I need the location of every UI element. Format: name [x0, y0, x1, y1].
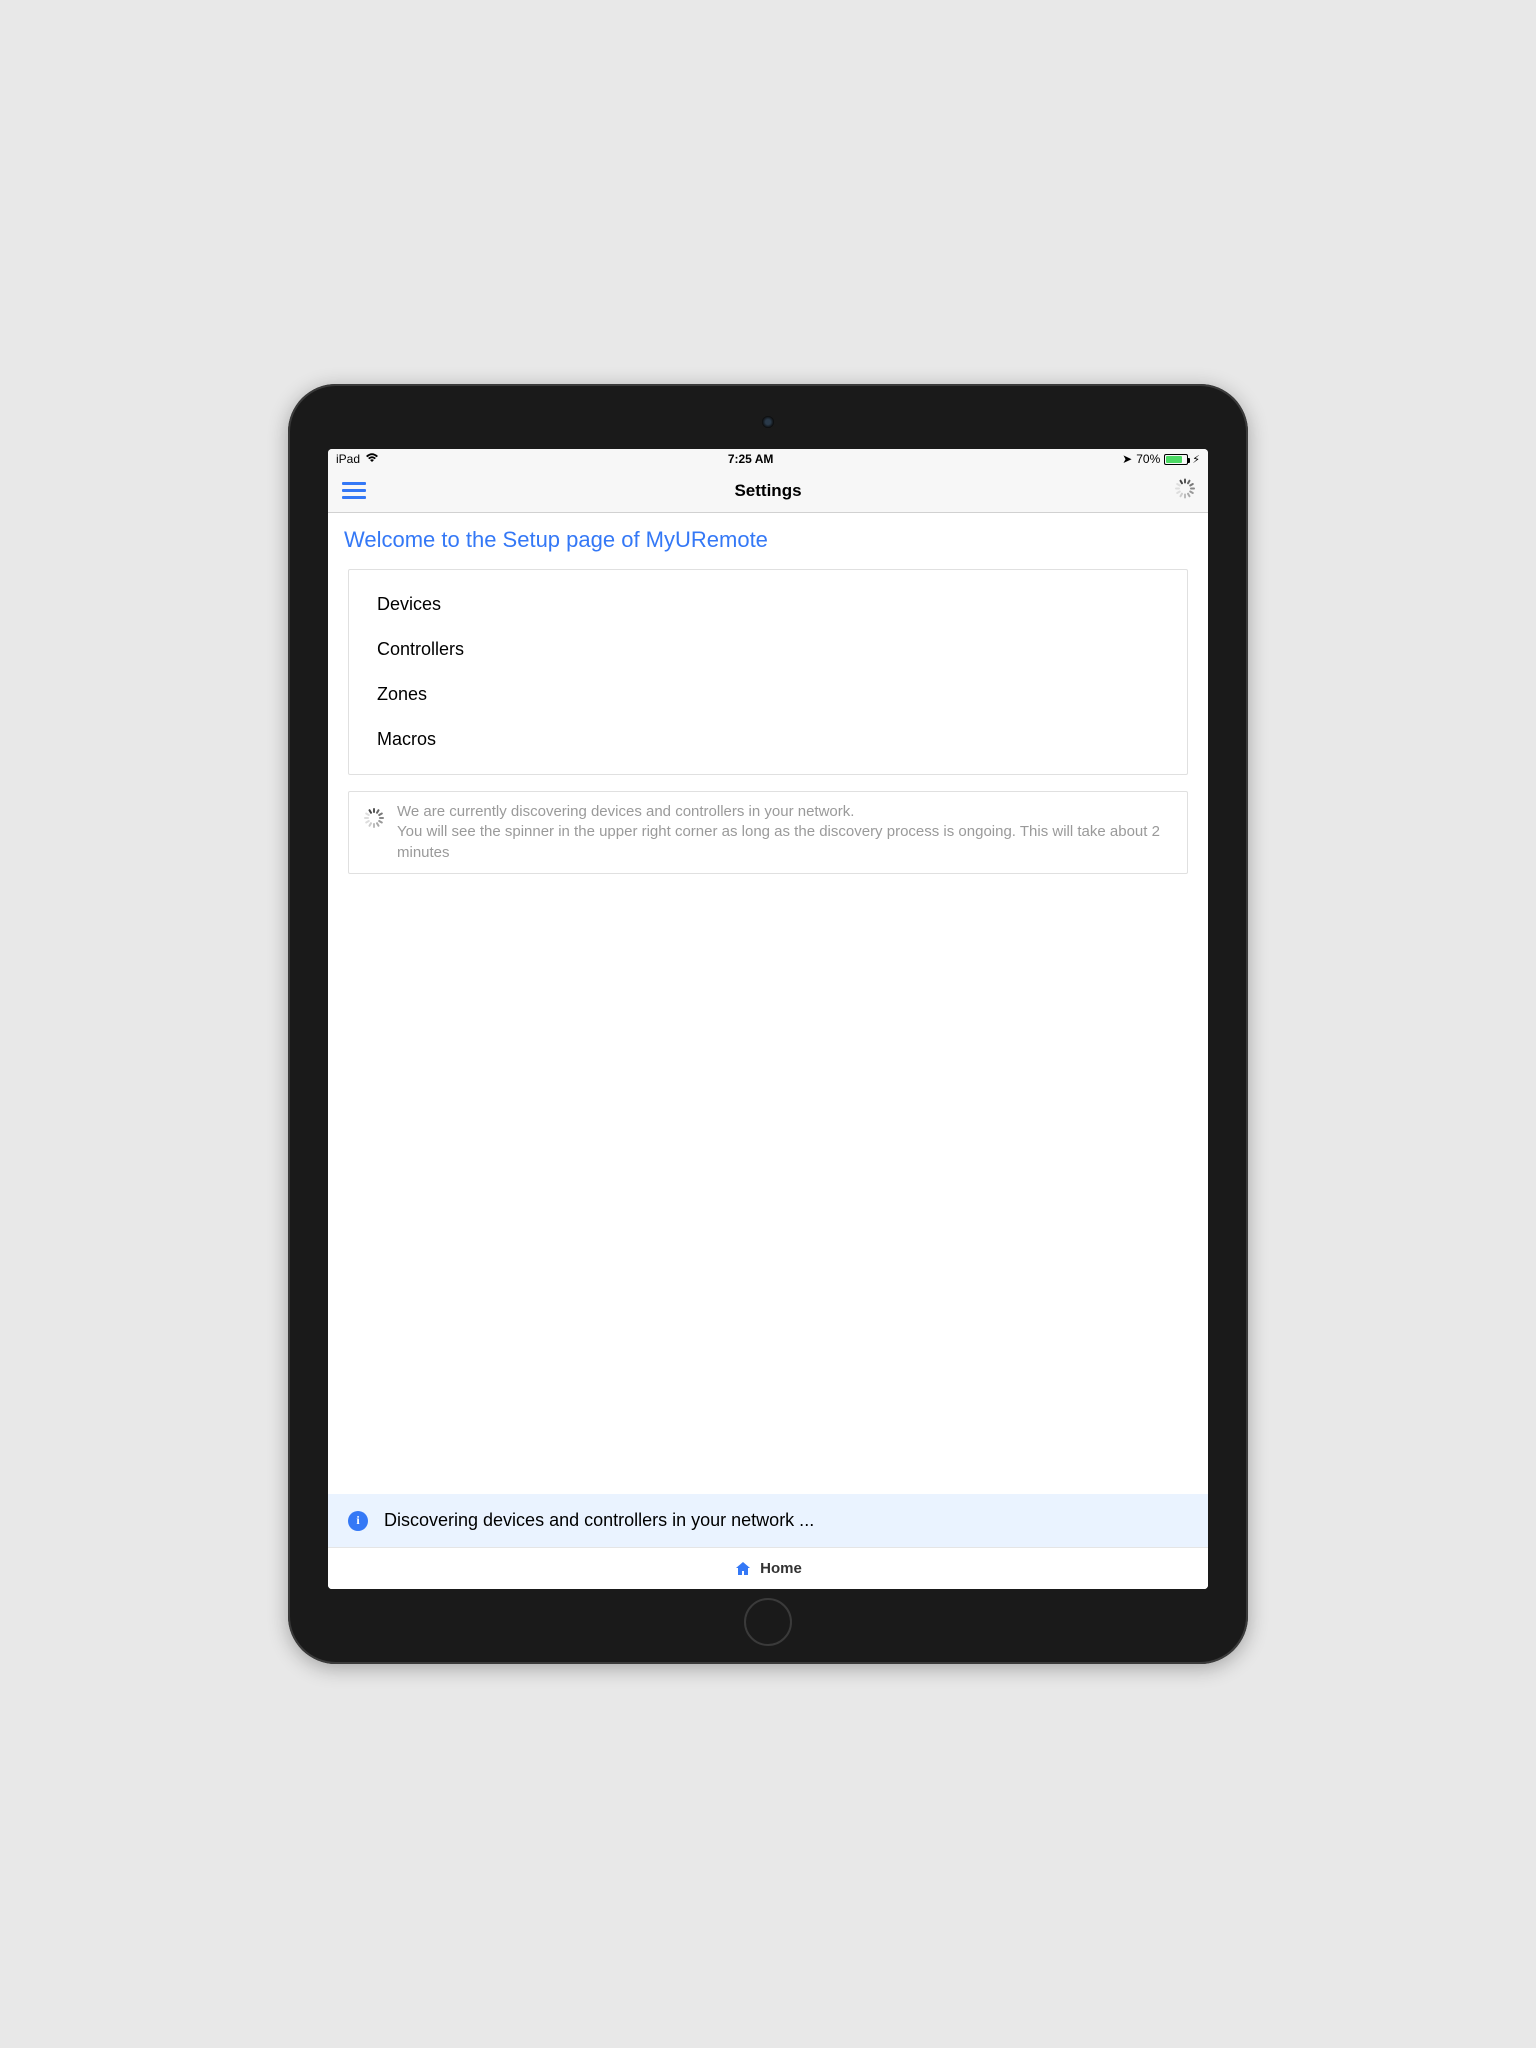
discovery-info-card: We are currently discovering devices and… — [348, 791, 1188, 874]
tab-bar: Home — [328, 1547, 1208, 1589]
device-camera — [762, 416, 774, 428]
tab-home[interactable]: Home — [760, 1560, 802, 1577]
nav-title: Settings — [734, 481, 801, 501]
screen: iPad 7:25 AM ➤ 70% ⚡︎ Settings — [328, 449, 1208, 1589]
menu-item-zones[interactable]: Zones — [349, 672, 1187, 717]
discovery-info-line2: You will see the spinner in the upper ri… — [397, 823, 1160, 860]
menu-button[interactable] — [342, 482, 366, 500]
status-banner-text: Discovering devices and controllers in y… — [384, 1510, 814, 1531]
loading-spinner-icon — [363, 808, 383, 828]
home-icon[interactable] — [734, 1560, 752, 1578]
nav-bar: Settings — [328, 469, 1208, 513]
status-banner: i Discovering devices and controllers in… — [328, 1494, 1208, 1547]
loading-spinner-icon — [1174, 478, 1194, 503]
location-icon: ➤ — [1122, 452, 1132, 466]
device-home-button[interactable] — [744, 1598, 792, 1646]
battery-percent: 70% — [1136, 452, 1160, 466]
welcome-title: Welcome to the Setup page of MyURemote — [328, 513, 1208, 563]
ipad-frame: iPad 7:25 AM ➤ 70% ⚡︎ Settings — [288, 384, 1248, 1664]
discovery-info-text: We are currently discovering devices and… — [397, 802, 1173, 863]
status-right: ➤ 70% ⚡︎ — [1122, 452, 1200, 466]
info-icon: i — [348, 1511, 368, 1531]
content-area: Welcome to the Setup page of MyURemote D… — [328, 513, 1208, 1589]
carrier-label: iPad — [336, 452, 360, 466]
spacer — [328, 884, 1208, 1494]
status-left: iPad — [336, 452, 379, 466]
status-bar: iPad 7:25 AM ➤ 70% ⚡︎ — [328, 449, 1208, 469]
menu-item-controllers[interactable]: Controllers — [349, 627, 1187, 672]
status-time: 7:25 AM — [728, 452, 774, 466]
battery-icon — [1164, 454, 1188, 465]
charging-icon: ⚡︎ — [1192, 453, 1200, 466]
discovery-info-line1: We are currently discovering devices and… — [397, 803, 854, 820]
menu-item-macros[interactable]: Macros — [349, 717, 1187, 762]
menu-item-devices[interactable]: Devices — [349, 582, 1187, 627]
setup-menu: Devices Controllers Zones Macros — [348, 569, 1188, 775]
wifi-icon — [365, 452, 379, 466]
